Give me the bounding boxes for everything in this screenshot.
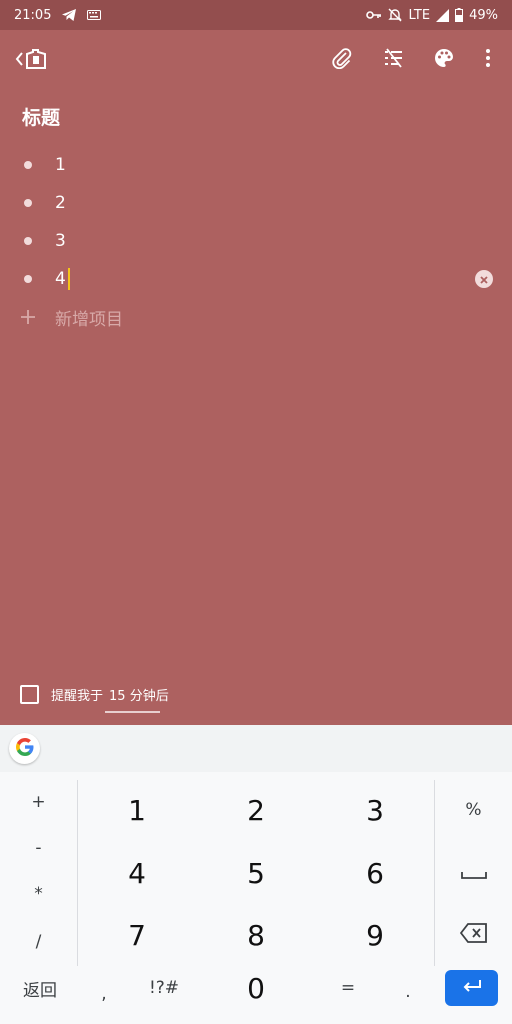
list-item-active[interactable]: 4 — [0, 260, 512, 298]
add-item-row[interactable]: 新增项目 — [0, 298, 512, 336]
palette-button[interactable] — [428, 44, 460, 76]
google-icon — [15, 737, 35, 761]
clear-item-button[interactable] — [475, 270, 493, 288]
key-equals[interactable]: = — [328, 970, 368, 1006]
google-button[interactable] — [9, 733, 40, 764]
key-4[interactable]: 4 — [97, 851, 177, 895]
key-5[interactable]: 5 — [216, 851, 296, 895]
note-title[interactable]: 标题 — [22, 103, 60, 130]
network-type: LTE — [408, 7, 431, 23]
enter-icon — [461, 978, 483, 998]
reminder-checkbox[interactable] — [20, 685, 39, 704]
key-plus[interactable]: + — [0, 782, 77, 822]
back-button[interactable] — [14, 46, 54, 76]
space-icon — [460, 865, 487, 884]
signal-icon — [436, 8, 450, 22]
key-percent[interactable]: % — [435, 790, 512, 830]
key-multiply[interactable]: * — [0, 874, 77, 914]
reminder-time-select[interactable]: 15 分钟后 — [109, 685, 169, 704]
clear-icon — [479, 270, 489, 289]
key-backspace[interactable] — [435, 915, 512, 955]
key-1[interactable]: 1 — [97, 788, 177, 832]
more-vert-icon — [485, 48, 491, 72]
key-2[interactable]: 2 — [216, 788, 296, 832]
reminder-row: 提醒我于 15 分钟后 — [20, 685, 169, 704]
hide-checkboxes-icon — [382, 47, 404, 73]
keyboard-icon — [87, 10, 102, 20]
list-item[interactable]: 2 — [0, 184, 512, 222]
keep-logo-icon — [24, 48, 48, 74]
bullet-icon — [24, 275, 32, 283]
checklist: 1 2 3 4 新增项目 — [0, 146, 512, 336]
key-divide[interactable]: / — [0, 922, 77, 962]
list-item-text[interactable]: 3 — [55, 231, 66, 251]
list-item-text[interactable]: 2 — [55, 193, 66, 213]
list-item-value[interactable]: 4 — [55, 269, 66, 289]
reminder-time-underline — [105, 711, 160, 713]
list-item-text-active[interactable]: 4 — [55, 268, 70, 290]
key-icon — [366, 10, 382, 20]
back-arrow-icon — [14, 51, 24, 71]
battery-level: 49% — [469, 7, 498, 23]
bullet-icon — [24, 199, 32, 207]
bullet-icon — [24, 237, 32, 245]
note-toolbar — [0, 30, 512, 90]
list-item[interactable]: 1 — [0, 146, 512, 184]
attach-icon — [331, 47, 353, 73]
key-comma[interactable]: , — [84, 976, 124, 1012]
key-9[interactable]: 9 — [335, 913, 415, 957]
palette-icon — [433, 47, 455, 73]
add-item-placeholder[interactable]: 新增项目 — [55, 305, 123, 330]
reminder-label: 提醒我于 — [51, 689, 104, 704]
key-8[interactable]: 8 — [216, 913, 296, 957]
key-7[interactable]: 7 — [97, 913, 177, 957]
key-back[interactable]: 返回 — [0, 970, 80, 1006]
telegram-icon — [61, 8, 77, 22]
keyboard-divider-left — [77, 780, 78, 966]
key-minus[interactable]: - — [0, 828, 77, 868]
hide-checkboxes-button[interactable] — [377, 44, 409, 76]
battery-icon — [455, 8, 464, 22]
key-6[interactable]: 6 — [335, 851, 415, 895]
bullet-icon — [24, 161, 32, 169]
attach-button[interactable] — [326, 44, 358, 76]
text-cursor — [67, 268, 70, 290]
key-0[interactable]: 0 — [216, 968, 296, 1008]
status-bar: 21:05 LTE 49% — [0, 0, 512, 30]
key-3[interactable]: 3 — [335, 788, 415, 832]
numeric-keyboard: + - * / 1 2 3 4 5 6 7 8 9 % 返回 , !?# 0 =… — [0, 772, 512, 1024]
status-time: 21:05 — [14, 7, 52, 23]
add-icon — [18, 307, 38, 327]
backspace-icon — [459, 923, 488, 947]
more-options-button[interactable] — [472, 44, 504, 76]
list-item-text[interactable]: 1 — [55, 155, 66, 175]
notifications-off-icon — [388, 8, 403, 22]
list-item[interactable]: 3 — [0, 222, 512, 260]
enter-key[interactable] — [445, 970, 498, 1006]
key-space[interactable] — [435, 854, 512, 894]
keyboard-suggestion-strip — [0, 725, 512, 772]
key-symbols[interactable]: !?# — [138, 970, 190, 1006]
key-period[interactable]: . — [388, 974, 428, 1010]
